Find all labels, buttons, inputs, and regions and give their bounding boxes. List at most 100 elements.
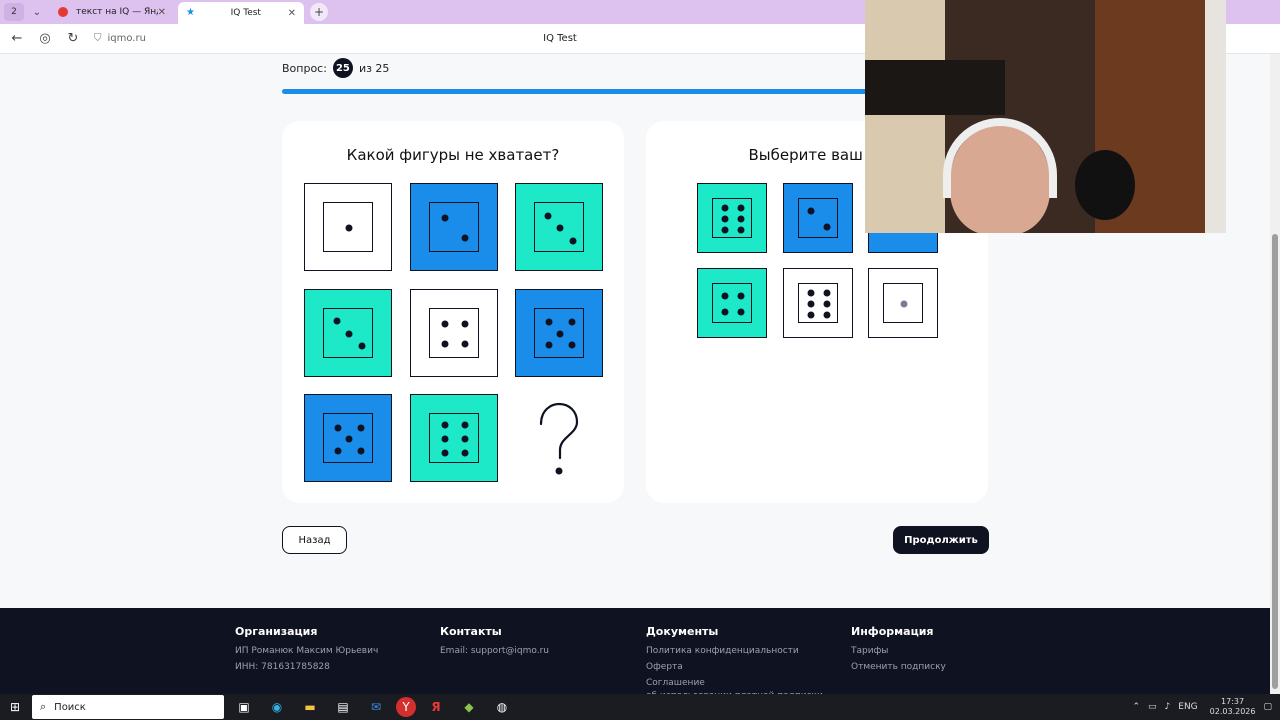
- die-pip: [737, 204, 745, 212]
- obs-icon[interactable]: ◍: [489, 694, 515, 720]
- scroll-thumb[interactable]: [1272, 234, 1278, 689]
- die-pip: [900, 300, 908, 308]
- yandex-browser-icon[interactable]: Y: [396, 697, 416, 717]
- url-text: iqmo.ru: [107, 33, 146, 44]
- die-pip: [461, 435, 468, 443]
- webcam-overlay: [865, 0, 1226, 233]
- tab-title: текст на IQ — Яндекс: нал: [76, 7, 158, 17]
- die-pip: [823, 223, 830, 231]
- windows-start-icon[interactable]: ⊞: [0, 694, 30, 720]
- mail-icon[interactable]: ✉: [363, 694, 389, 720]
- footer-text: ИП Романюк Максим Юрьевич: [235, 646, 379, 656]
- question-mark-icon: [539, 402, 579, 475]
- notifications-icon[interactable]: ▢: [1263, 702, 1272, 712]
- footer-heading: Контакты: [440, 625, 502, 638]
- store-icon[interactable]: ▤: [330, 694, 356, 720]
- die-pip: [545, 318, 552, 326]
- back-arrow-icon[interactable]: ←: [6, 28, 28, 50]
- die-face: [797, 283, 838, 323]
- die-face: [797, 198, 838, 238]
- puzzle-cell: [409, 183, 498, 271]
- webcam-background: [865, 60, 1005, 115]
- die-pip: [345, 435, 353, 443]
- puzzle-cell: [515, 183, 603, 271]
- language-indicator[interactable]: ENG: [1178, 702, 1197, 712]
- die-pip: [721, 308, 729, 316]
- tab-counter[interactable]: 2: [4, 3, 24, 21]
- network-icon[interactable]: ▭: [1148, 702, 1157, 712]
- search-icon: ⌕: [40, 700, 47, 713]
- footer-docs: Документы Политика конфиденциальности Оф…: [646, 625, 823, 701]
- die-pip: [334, 447, 341, 454]
- puzzle-cell: [409, 288, 498, 377]
- answer-option[interactable]: [782, 268, 853, 338]
- answer-option[interactable]: [697, 183, 767, 253]
- reload-icon[interactable]: ↻: [62, 28, 84, 50]
- question-number-badge: 25: [332, 58, 353, 78]
- die-pip: [823, 311, 830, 319]
- footer-heading: Организация: [235, 625, 318, 638]
- answer-option[interactable]: [868, 268, 938, 338]
- die-pip: [556, 330, 564, 337]
- die-pip: [441, 421, 448, 429]
- die-pip: [737, 308, 745, 316]
- task-view-icon[interactable]: ▣: [231, 694, 257, 720]
- die-pip: [721, 215, 729, 223]
- url-field[interactable]: ⛉ iqmo.ru: [94, 33, 146, 44]
- chevron-down-icon[interactable]: ⌄: [28, 3, 46, 21]
- die-face: [428, 202, 479, 252]
- die-face: [428, 307, 479, 358]
- die-pip: [334, 424, 341, 431]
- email-link[interactable]: Email: support@iqmo.ru: [440, 643, 549, 659]
- die-pip: [737, 226, 745, 234]
- tab-iq-test[interactable]: ★ IQ Test ✕: [178, 2, 304, 24]
- die-pip: [544, 212, 551, 219]
- die-pip: [721, 204, 729, 212]
- unsubscribe-link[interactable]: Отменить подписку: [851, 659, 946, 675]
- answer-option[interactable]: [782, 183, 853, 253]
- shield-icon: ⛉: [94, 33, 102, 44]
- die-face: [428, 413, 479, 463]
- die-face: [323, 413, 373, 463]
- continue-button[interactable]: Продолжить: [893, 526, 989, 554]
- protect-icon[interactable]: ◎: [34, 28, 56, 50]
- search-label: Поиск: [54, 701, 86, 713]
- die-pip: [357, 424, 364, 431]
- die-pip: [461, 320, 468, 327]
- app-icon[interactable]: ◆: [456, 694, 482, 720]
- die-face: [534, 202, 584, 252]
- footer: Организация ИП Романюк Максим Юрьевич ИН…: [0, 608, 1270, 701]
- die-pip: [441, 340, 448, 347]
- puzzle-title: Какой фигуры не хватает?: [346, 146, 560, 164]
- offer-link[interactable]: Оферта: [646, 659, 823, 675]
- footer-org: Организация ИП Романюк Максим Юрьевич ИН…: [235, 625, 378, 675]
- die-pip: [807, 289, 814, 297]
- chevron-up-icon[interactable]: ⌃: [1132, 702, 1140, 712]
- volume-icon[interactable]: ♪: [1165, 702, 1171, 712]
- privacy-link[interactable]: Политика конфиденциальности: [646, 643, 823, 659]
- clock[interactable]: 17:37 02.03.2026: [1210, 697, 1256, 717]
- question-label: Вопрос:: [282, 61, 327, 75]
- tab-yandex[interactable]: текст на IQ — Яндекс: нал ✕: [50, 2, 174, 22]
- close-icon[interactable]: ✕: [288, 8, 296, 19]
- close-icon[interactable]: ✕: [158, 7, 166, 18]
- scrollbar[interactable]: [1270, 54, 1280, 694]
- die-pip: [823, 289, 830, 297]
- die-pip: [569, 237, 576, 244]
- answer-option[interactable]: [697, 268, 767, 338]
- die-pip: [461, 421, 468, 429]
- new-tab-button[interactable]: +: [310, 3, 328, 21]
- back-button[interactable]: Назад: [282, 526, 347, 554]
- taskbar-search[interactable]: ⌕ Поиск: [32, 695, 224, 719]
- die-pip: [345, 330, 353, 337]
- microphone-icon: [1075, 150, 1135, 220]
- question-total: из 25: [358, 61, 390, 75]
- webcam-background: [865, 0, 945, 233]
- edge-icon[interactable]: ◉: [264, 694, 290, 720]
- yandex-icon[interactable]: Я: [423, 694, 449, 720]
- agreement-link[interactable]: Соглашение: [646, 675, 823, 691]
- die-pip: [345, 224, 353, 232]
- folder-icon[interactable]: ▬: [297, 694, 323, 720]
- pricing-link[interactable]: Тарифы: [851, 643, 946, 659]
- footer-heading: Информация: [851, 625, 934, 638]
